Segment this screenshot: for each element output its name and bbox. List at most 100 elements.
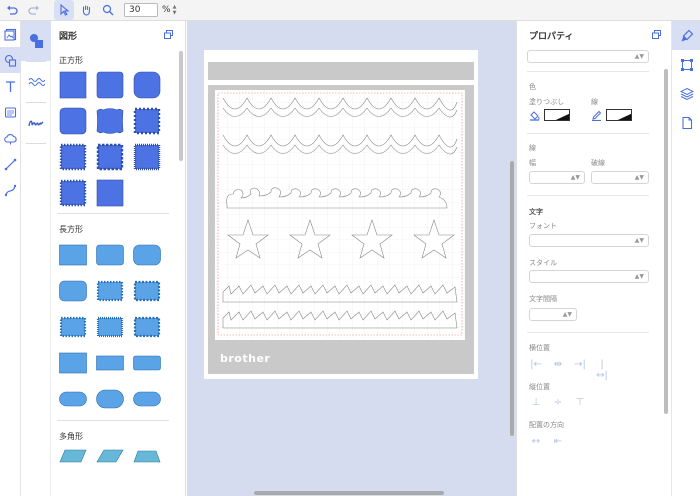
fill-label: 塗りつぶし xyxy=(529,98,565,106)
rect-shape-15[interactable] xyxy=(133,388,161,410)
page-tab-button[interactable] xyxy=(672,108,700,137)
letter-spacing-label: 文字間隔 xyxy=(529,295,557,303)
align-hcenter-icon[interactable]: ⇹ xyxy=(551,359,565,381)
square-shape-5[interactable] xyxy=(96,107,124,135)
pan-tool-button[interactable] xyxy=(76,0,96,20)
canvas-horizontal-scrollbar[interactable] xyxy=(254,491,444,495)
parallelogram-shape-2[interactable] xyxy=(96,449,124,463)
rect-shape-2[interactable] xyxy=(96,244,124,266)
zoom-input[interactable]: 30 xyxy=(124,3,158,17)
shapes-panel-scrollbar[interactable] xyxy=(179,51,183,161)
width-label: 幅 xyxy=(529,159,536,167)
canvas-area[interactable]: brother xyxy=(187,21,516,496)
cloud-tool-button[interactable] xyxy=(0,125,21,151)
curve-tool-button[interactable] xyxy=(0,177,21,203)
square-shape-7[interactable] xyxy=(59,143,87,171)
rect-shape-7[interactable] xyxy=(59,316,87,338)
h-position-label: 横位置 xyxy=(529,344,550,352)
chevron-updown-icon: ▲▼ xyxy=(634,273,644,280)
zoom-stepper[interactable]: ▲ ▼ xyxy=(173,4,180,16)
line-tool-button[interactable] xyxy=(0,151,21,177)
shapes-tool-button[interactable] xyxy=(0,47,21,73)
square-shape-2[interactable] xyxy=(96,71,124,99)
align-vcenter-icon[interactable]: ÷ xyxy=(551,397,565,408)
align-right-icon[interactable]: →| xyxy=(573,359,587,381)
shapes-icon xyxy=(4,54,17,67)
rect-shape-3[interactable] xyxy=(133,244,161,266)
popout-window-icon[interactable] xyxy=(164,30,173,39)
rect-shape-6[interactable] xyxy=(133,280,161,302)
square-shape-4[interactable] xyxy=(59,107,87,135)
style-select[interactable]: ▲▼ xyxy=(529,270,649,283)
brush-icon xyxy=(681,29,693,41)
font-select[interactable]: ▲▼ xyxy=(529,234,649,247)
rect-shape-9[interactable] xyxy=(133,316,161,338)
properties-tab-button[interactable] xyxy=(672,21,700,50)
line-color-label: 線 xyxy=(591,98,598,106)
dash-label: 破線 xyxy=(591,159,605,167)
template-tool-button[interactable] xyxy=(0,99,21,125)
direction-horizontal-icon[interactable]: ↔ xyxy=(529,436,543,447)
category-borders[interactable] xyxy=(21,62,51,102)
rect-shape-13[interactable] xyxy=(59,388,87,410)
stepper-icon: ▲▼ xyxy=(562,311,572,318)
rect-shape-11[interactable] xyxy=(96,352,124,374)
text-icon xyxy=(6,80,15,92)
category-basic-shapes[interactable] xyxy=(21,21,51,61)
rect-shape-12[interactable] xyxy=(133,352,161,374)
layers-tab-button[interactable] xyxy=(672,79,700,108)
trapezoid-shape[interactable] xyxy=(133,449,161,463)
polygon-shapes-grid xyxy=(51,449,185,463)
redo-button[interactable] xyxy=(24,0,44,20)
align-bottom-icon[interactable]: ⊥ xyxy=(529,397,543,408)
zoom-down-icon[interactable]: ▼ xyxy=(173,10,180,16)
square-shape-1[interactable] xyxy=(59,71,87,99)
shapes-panel-title: 図形 xyxy=(59,31,78,42)
parallelogram-shape-1[interactable] xyxy=(59,449,87,463)
shape-type-select[interactable]: ▲▼ xyxy=(527,50,649,63)
transform-tab-button[interactable] xyxy=(672,50,700,79)
wave-border-icon xyxy=(28,78,45,86)
undo-icon xyxy=(7,5,18,15)
rect-shape-10[interactable] xyxy=(59,352,87,374)
letter-spacing-stepper[interactable]: ▲▼ xyxy=(529,308,577,321)
zoom-tool-button[interactable] xyxy=(98,0,118,20)
line-color-swatch[interactable] xyxy=(606,109,632,121)
direction-label: 配置の方向 xyxy=(529,421,564,429)
magnifier-icon xyxy=(102,4,114,16)
dash-style-select[interactable]: ▲▼ xyxy=(591,171,649,184)
square-shape-10[interactable] xyxy=(59,179,87,207)
properties-header: プロパティ xyxy=(517,21,671,49)
rect-shape-1[interactable] xyxy=(59,244,87,266)
rect-shape-4[interactable] xyxy=(59,280,87,302)
square-shape-9[interactable] xyxy=(133,143,161,171)
line-width-stepper[interactable]: ▲▼ xyxy=(529,171,585,184)
square-shape-3[interactable] xyxy=(133,71,161,99)
section-polygon-title: 多角形 xyxy=(59,432,83,441)
undo-button[interactable] xyxy=(2,0,22,20)
direction-reverse-icon[interactable]: ⇤ xyxy=(551,436,565,447)
rect-shape-14[interactable] xyxy=(96,388,124,410)
align-hdistribute-icon[interactable]: |↔| xyxy=(595,359,609,381)
select-tool-button[interactable] xyxy=(54,0,74,20)
h-align-buttons: |← ⇹ →| |↔| xyxy=(529,359,609,381)
chevron-updown-icon: ▲▼ xyxy=(634,53,644,60)
category-lettering[interactable] xyxy=(21,103,51,143)
mat-cutting-area[interactable] xyxy=(215,90,465,340)
square-shape-8[interactable] xyxy=(96,143,124,171)
properties-scrollbar[interactable] xyxy=(664,69,668,414)
hand-icon xyxy=(82,5,91,16)
align-left-icon[interactable]: |← xyxy=(529,359,543,381)
canvas-vertical-scrollbar[interactable] xyxy=(510,161,514,436)
rect-shape-8[interactable] xyxy=(96,316,124,338)
popout-window-icon[interactable] xyxy=(652,30,661,39)
image-tool-button[interactable] xyxy=(0,21,21,47)
section-square-title: 正方形 xyxy=(59,56,83,65)
cutting-mat[interactable]: brother xyxy=(204,50,478,379)
fill-color-swatch[interactable] xyxy=(544,109,570,121)
text-tool-button[interactable] xyxy=(0,73,21,99)
rect-shape-5[interactable] xyxy=(96,280,124,302)
square-shape-6[interactable] xyxy=(133,107,161,135)
align-top-icon[interactable]: ⊤ xyxy=(573,397,587,408)
square-shape-11[interactable] xyxy=(96,179,124,207)
